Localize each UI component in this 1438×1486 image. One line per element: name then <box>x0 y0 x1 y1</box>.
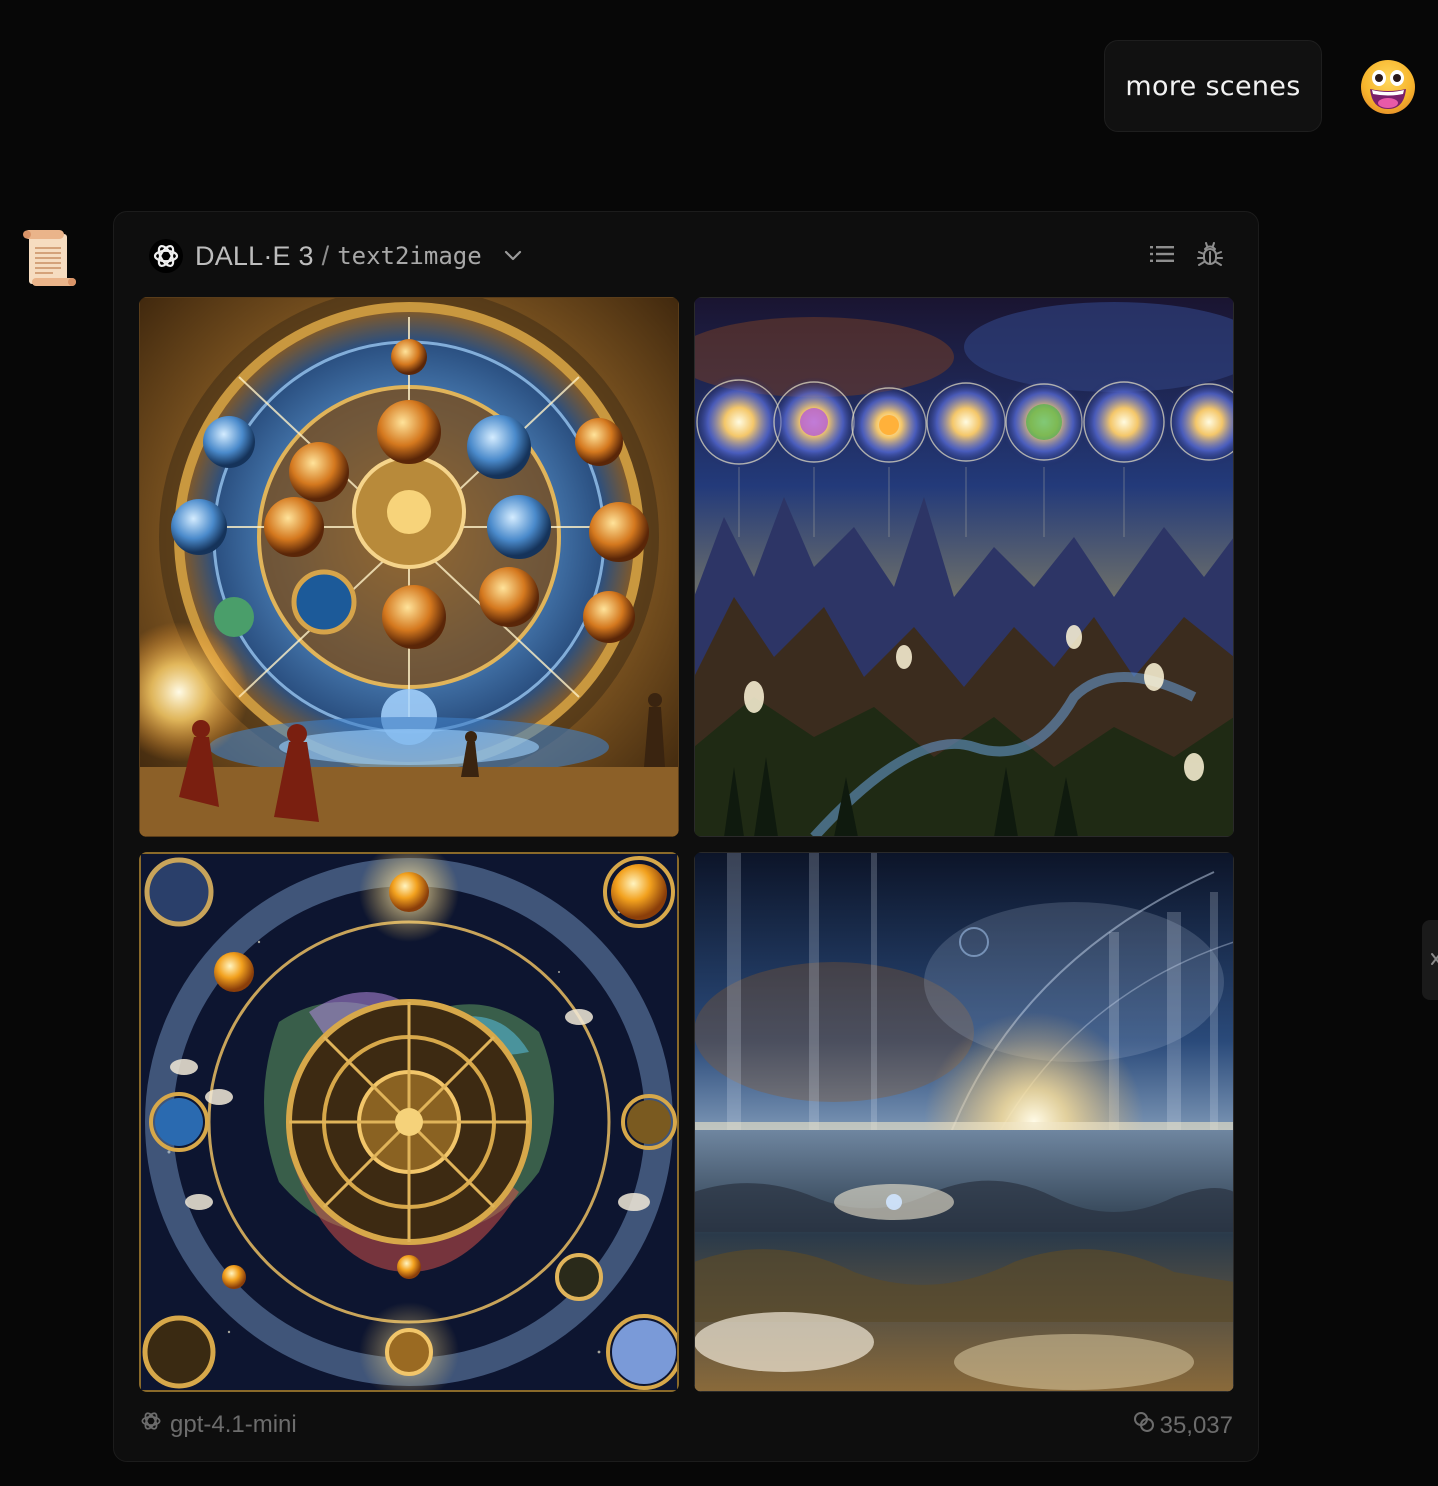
token-count: 35,037 <box>1159 1411 1233 1439</box>
bug-icon[interactable] <box>1196 240 1224 268</box>
galaxy-spirals-over-mountains-image[interactable] <box>694 297 1234 837</box>
chat-page: more scenes DALL·E 3 / text2image gpt-4.… <box>0 0 1438 1486</box>
cosmic-clock-temple-image[interactable] <box>139 297 679 837</box>
image-grid <box>139 297 1235 1393</box>
model-name: gpt-4.1-mini <box>170 1410 297 1438</box>
openai-small-icon <box>140 1410 162 1439</box>
model-footer: gpt-4.1-mini <box>140 1410 297 1439</box>
plugin-result-card: DALL·E 3 / text2image gpt-4.1-mini 35,03… <box>113 211 1259 1462</box>
side-panel-toggle[interactable] <box>1422 920 1438 1000</box>
token-footer: 35,037 <box>1132 1410 1233 1441</box>
header-actions <box>1148 240 1224 268</box>
user-message-bubble: more scenes <box>1104 40 1322 132</box>
ethereal-sea-horizon-image[interactable] <box>694 852 1234 1392</box>
chevron-down-icon[interactable] <box>502 245 524 267</box>
astronomical-clockwork-image[interactable] <box>139 852 679 1392</box>
scroll-icon <box>20 228 78 288</box>
provider-name: DALL·E 3 <box>195 240 314 271</box>
tool-name: text2image <box>337 242 482 270</box>
openai-logo-icon <box>149 239 183 273</box>
header-separator: / <box>321 240 330 271</box>
plugin-header[interactable]: DALL·E 3 / text2image <box>149 236 524 276</box>
coins-icon <box>1132 1410 1156 1441</box>
list-icon[interactable] <box>1148 240 1176 268</box>
user-avatar-emoji-icon[interactable] <box>1360 59 1416 115</box>
user-message-text: more scenes <box>1125 70 1301 102</box>
